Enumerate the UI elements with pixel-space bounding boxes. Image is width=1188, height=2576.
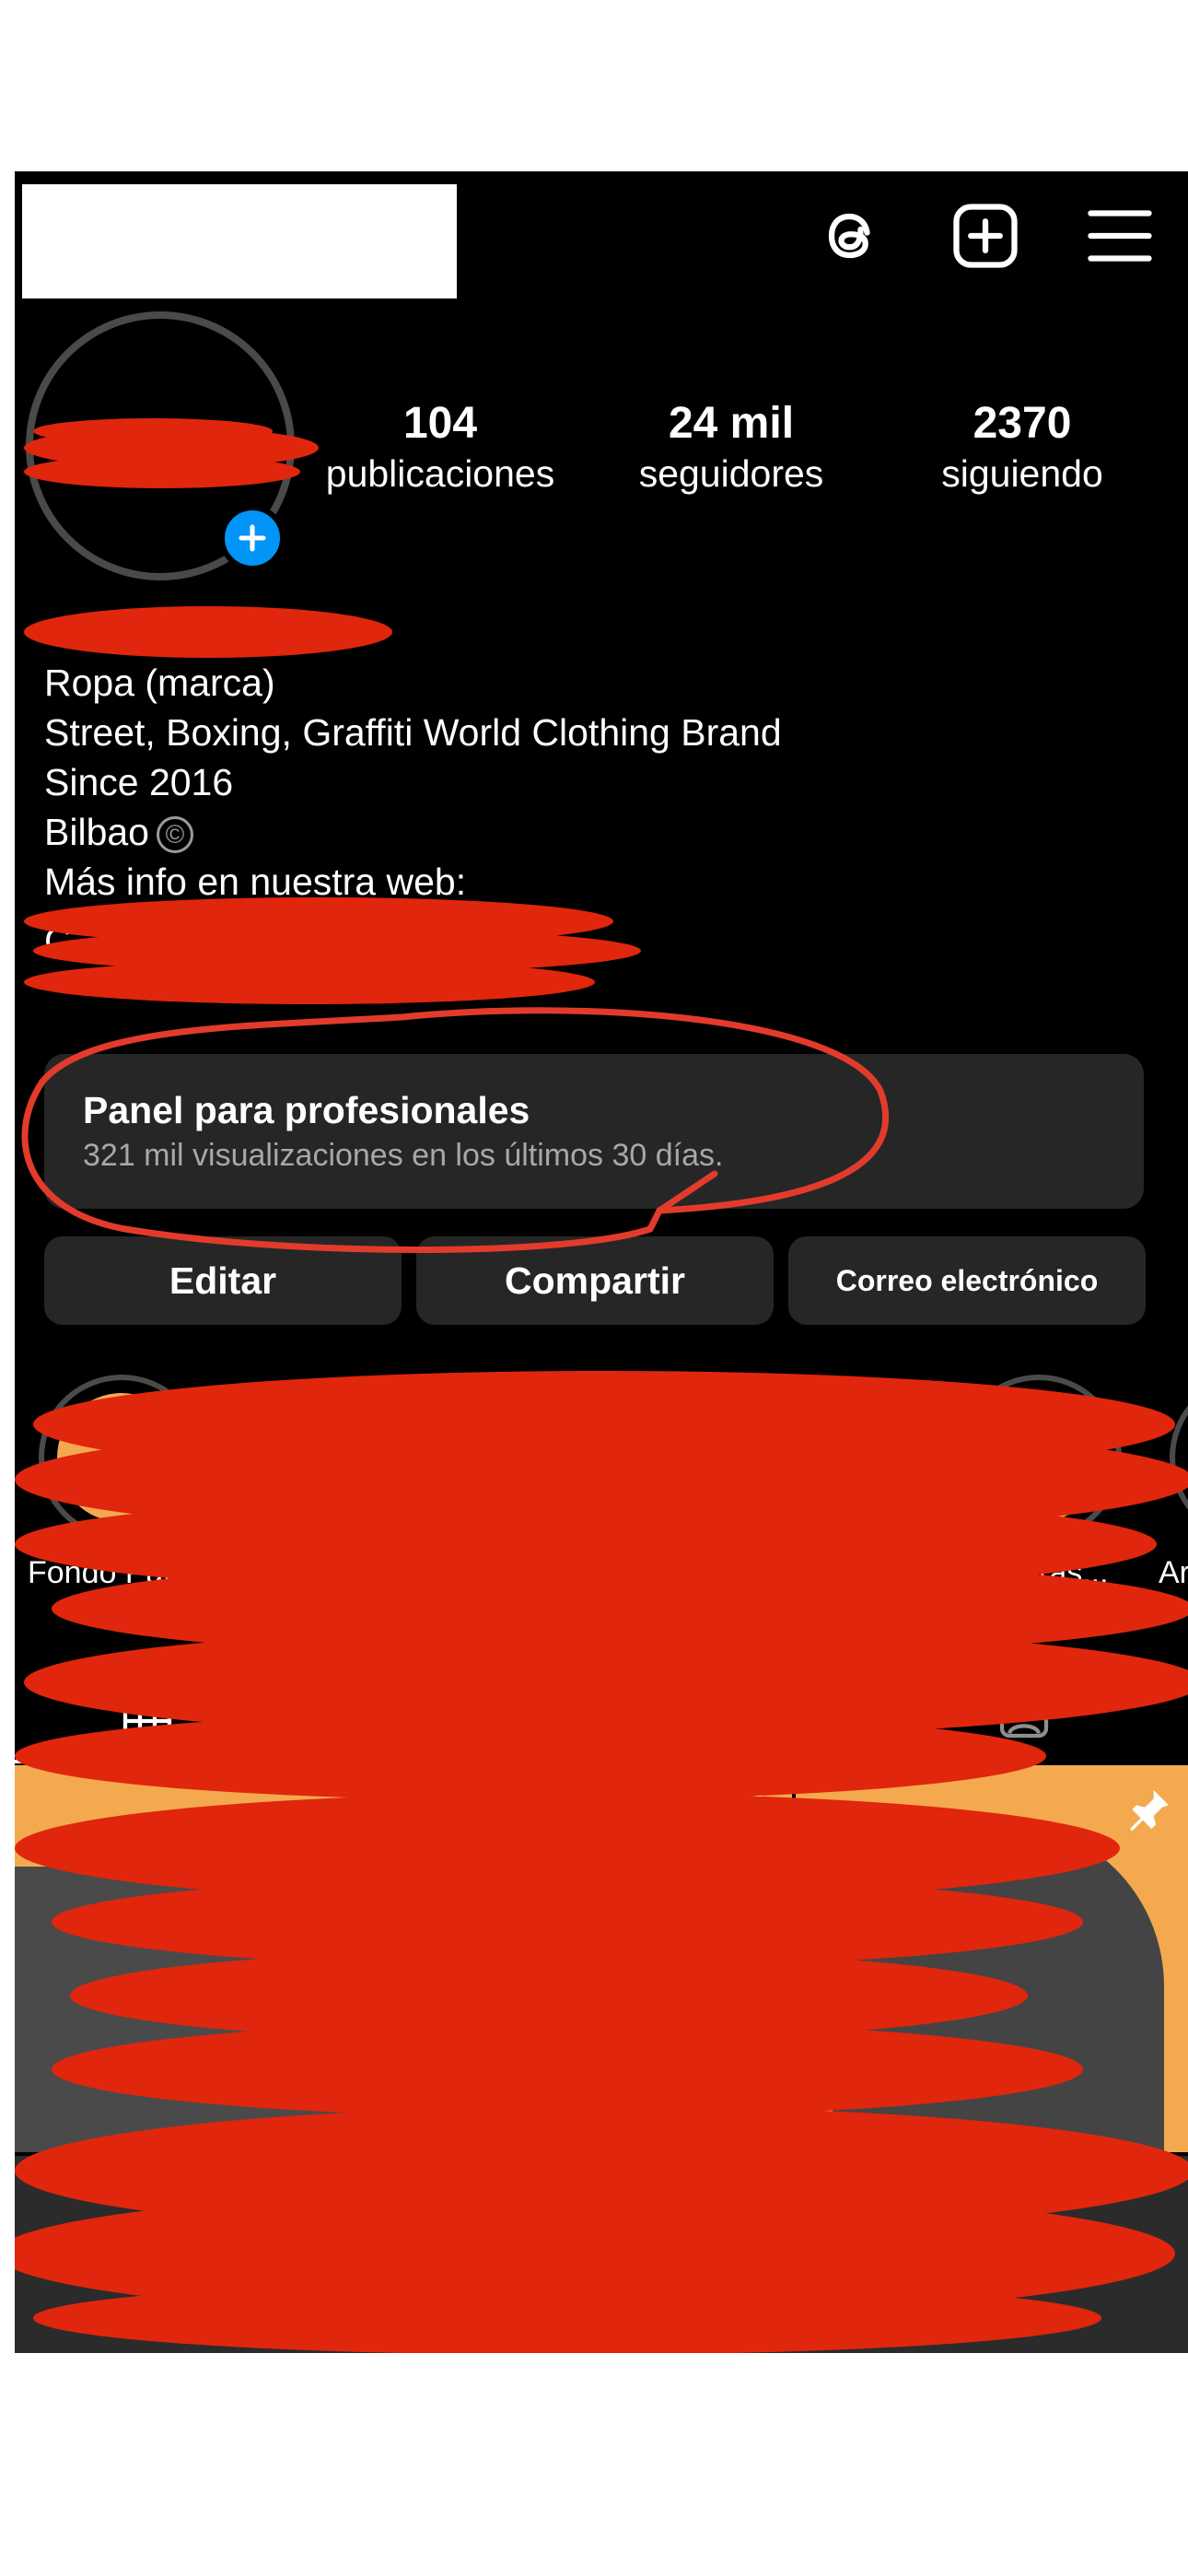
stat-posts-label: publicaciones — [325, 452, 555, 495]
pin-icon — [1124, 1784, 1175, 1835]
bio-line: Bilbao — [44, 811, 149, 853]
highlight-4[interactable] — [1170, 1375, 1188, 1540]
stat-following-label: siguiendo — [941, 452, 1103, 495]
highlight-label: Ar — [1159, 1555, 1188, 1590]
highlight-3[interactable] — [956, 1375, 1122, 1540]
pin-icon — [726, 1784, 777, 1835]
copyright-icon: © — [156, 816, 193, 854]
bio-line: Since 2016 — [44, 761, 234, 803]
thumbnail-art — [833, 1821, 1164, 2152]
new-post-icon[interactable] — [947, 197, 1024, 275]
highlight-cover — [974, 1393, 1103, 1522]
post-thumbnail-row[interactable] — [15, 2156, 1188, 2353]
professional-dashboard-title: Panel para profesionales — [83, 1089, 530, 1131]
bio: Ropa (marca) Street, Boxing, Graffiti Wo… — [44, 658, 782, 907]
professional-dashboard-panel[interactable]: Panel para profesionales 321 mil visuali… — [44, 1054, 1144, 1209]
stat-following-value: 2370 — [973, 399, 1072, 448]
professional-dashboard-subtitle: 321 mil visualizaciones en los últimos 3… — [83, 1138, 724, 1173]
tagged-icon[interactable] — [995, 1684, 1054, 1743]
threads-icon[interactable] — [812, 197, 890, 275]
edit-profile-button[interactable]: Editar — [44, 1236, 402, 1325]
profile-tab-bar — [15, 1671, 1188, 1765]
highlight-label: Mar — [260, 1555, 314, 1590]
email-button[interactable]: Correo electrónico — [788, 1236, 1146, 1325]
bio-line: Street, Boxing, Graffiti World Clothing … — [44, 711, 782, 754]
profile-screen: 104 publicaciones 24 mil seguidores 2370… — [15, 171, 1188, 2353]
highlight-cover — [57, 1393, 186, 1522]
grid-icon[interactable] — [118, 1684, 177, 1743]
stat-posts[interactable]: 104 publicaciones — [302, 398, 578, 498]
thumbnail-art — [398, 1885, 792, 2152]
add-story-button[interactable] — [219, 505, 285, 571]
highlight-label: Fondo Pant... — [28, 1555, 216, 1590]
active-tab-underline — [15, 1760, 311, 1763]
plus-icon — [239, 524, 266, 552]
bio-line: Más info en nuestra web: — [44, 861, 467, 903]
share-profile-button[interactable]: Compartir — [416, 1236, 774, 1325]
highlight-1[interactable] — [39, 1375, 204, 1540]
stat-following[interactable]: 2370 siguiendo — [884, 398, 1160, 498]
highlight-label: ras... — [1039, 1555, 1109, 1590]
thumbnail-art — [15, 1867, 394, 2152]
menu-icon[interactable] — [1081, 197, 1159, 275]
bio-category: Ropa (marca) — [44, 662, 275, 704]
pin-icon — [328, 1784, 379, 1835]
username-redacted-box[interactable] — [22, 184, 457, 299]
stat-posts-value: 104 — [402, 399, 478, 448]
bio-link[interactable]: C — [44, 916, 72, 966]
stat-followers-value: 24 mil — [668, 399, 795, 448]
stat-followers-label: seguidores — [638, 452, 824, 495]
stat-followers[interactable]: 24 mil seguidores — [593, 398, 869, 498]
